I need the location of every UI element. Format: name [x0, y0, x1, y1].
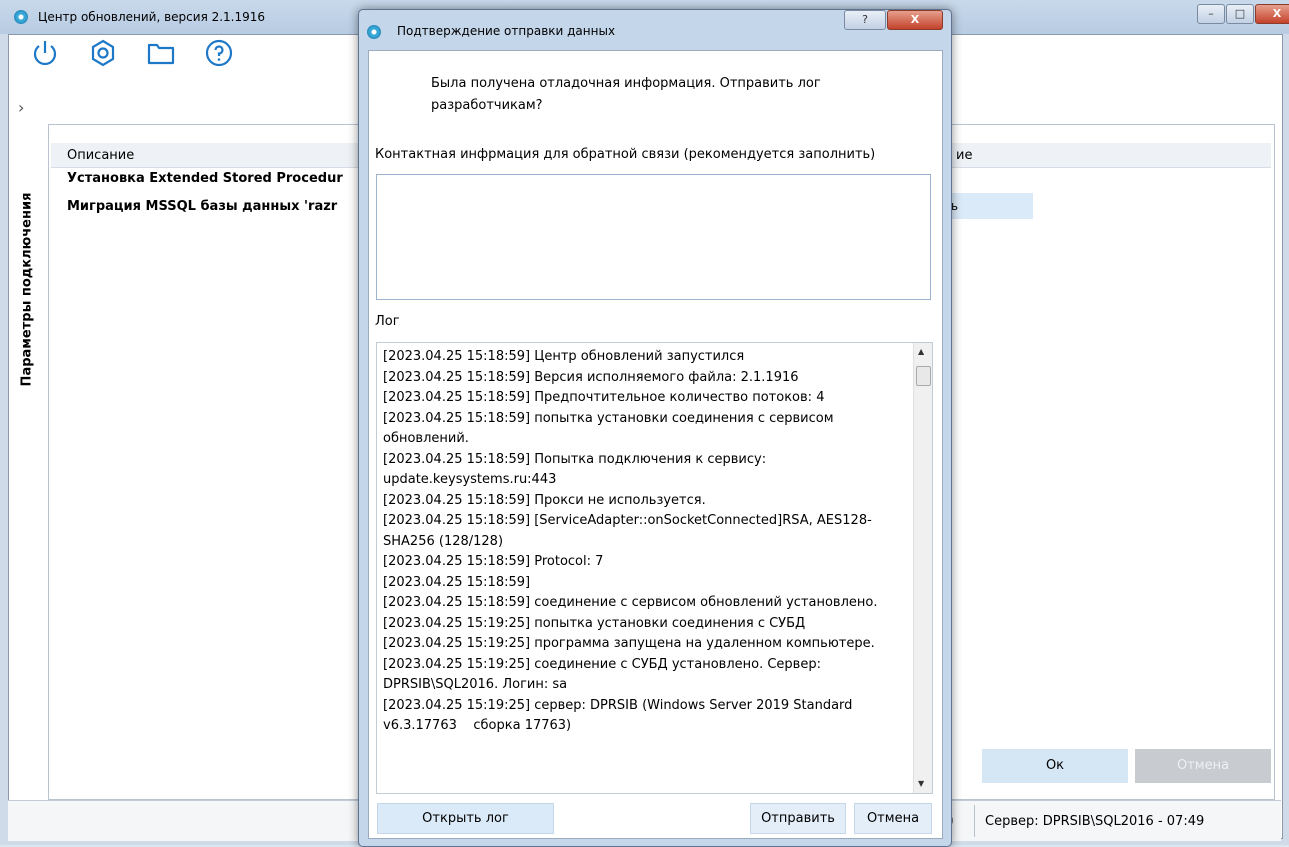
table-row[interactable]: Установка Extended Stored Procedur: [67, 171, 343, 186]
log-content: [2023.04.25 15:18:59] Центр обновлений з…: [383, 349, 878, 733]
column-header-description[interactable]: Описание: [67, 148, 134, 163]
close-icon: X: [910, 13, 920, 26]
open-log-button[interactable]: Открыть лог: [377, 803, 554, 834]
expand-panel-arrow-icon[interactable]: ›: [18, 98, 24, 117]
close-icon: X: [1272, 7, 1282, 20]
scroll-up-arrow-icon[interactable]: ▲: [918, 347, 924, 356]
scroll-down-arrow-icon[interactable]: ▼: [918, 779, 924, 788]
task-label: Установка Extended Stored Procedur: [67, 171, 343, 186]
dialog-window-controls: ? X: [843, 10, 943, 30]
help-icon: [205, 39, 233, 67]
cancel-button-disabled: Отмена: [1135, 749, 1271, 783]
table-row[interactable]: Миграция MSSQL базы данных 'razr: [67, 199, 337, 214]
send-data-dialog: Подтверждение отправки данных ? X Была п…: [358, 9, 952, 847]
close-button[interactable]: X: [1255, 4, 1289, 24]
ok-button[interactable]: Ок: [982, 749, 1128, 783]
settings-button[interactable]: [88, 38, 118, 68]
dialog-prompt: Была получена отладочная информация. Отп…: [431, 76, 821, 113]
cancel-button[interactable]: Отмена: [854, 803, 932, 834]
toolbar: [30, 38, 262, 78]
server-status: Сервер: DPRSIB\SQL2016 - 07:49: [985, 814, 1205, 829]
help-button[interactable]: [204, 38, 234, 68]
send-button[interactable]: Отправить: [750, 803, 846, 834]
scroll-thumb[interactable]: [916, 366, 931, 386]
task-label: Миграция MSSQL базы данных 'razr: [67, 199, 338, 214]
connection-params-tab[interactable]: Параметры подключения: [14, 170, 40, 420]
maximize-icon: □: [1234, 7, 1246, 20]
dialog-title: Подтверждение отправки данных: [397, 24, 616, 38]
main-window-title: Центр обновлений, версия 2.1.1916: [38, 10, 266, 24]
maximize-button[interactable]: □: [1226, 4, 1254, 24]
connection-params-label: Параметры подключения: [19, 192, 35, 387]
status-divider: [974, 805, 975, 837]
task-state-cell[interactable]: ь: [947, 193, 1033, 219]
folder-button[interactable]: [146, 38, 176, 68]
dialog-help-button[interactable]: ?: [844, 10, 886, 30]
minimize-icon: –: [1208, 7, 1214, 20]
app-gear-icon: [367, 25, 381, 39]
contact-info-input[interactable]: [376, 174, 931, 300]
log-scrollbar[interactable]: ▲ ▼: [913, 343, 932, 793]
main-window-controls: – □ X: [1196, 4, 1289, 24]
folder-icon: [147, 43, 175, 65]
dialog-body: Была получена отладочная информация. Отп…: [368, 50, 943, 839]
dialog-titlebar[interactable]: Подтверждение отправки данных ? X: [359, 10, 951, 50]
contact-info-label: Контактная инфрмация для обратной связи …: [375, 147, 876, 162]
log-label: Лог: [375, 314, 400, 329]
log-textbox[interactable]: [2023.04.25 15:18:59] Центр обновлений з…: [376, 342, 933, 794]
dialog-close-button[interactable]: X: [887, 10, 943, 30]
minimize-button[interactable]: –: [1197, 4, 1225, 24]
column-header-state[interactable]: ие: [956, 148, 972, 163]
help-icon: ?: [862, 13, 868, 26]
settings-icon: [91, 39, 115, 67]
power-button[interactable]: [30, 38, 60, 68]
power-icon: [33, 41, 57, 66]
app-gear-icon: [14, 10, 28, 24]
